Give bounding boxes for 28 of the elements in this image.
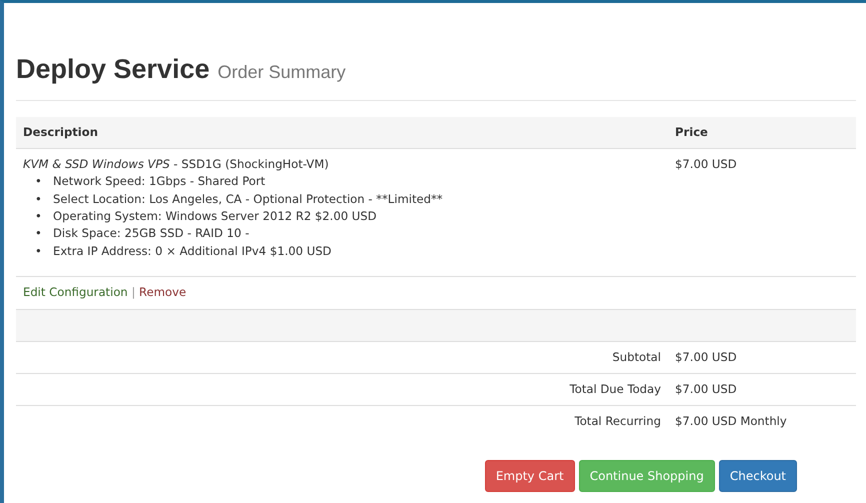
bullet: • bbox=[35, 225, 43, 242]
bullet: • bbox=[35, 208, 43, 226]
config-option: Network Speed: 1Gbps - Shared Port bbox=[53, 173, 266, 191]
item-price: $7.00 USD bbox=[675, 156, 737, 171]
bullet: • bbox=[35, 242, 43, 260]
total-label: Total Recurring bbox=[574, 414, 661, 428]
total-value: $7.00 USD Monthly bbox=[675, 414, 787, 428]
total-label: Total Due Today bbox=[570, 382, 661, 396]
total-value: $7.00 USD bbox=[675, 382, 737, 396]
column-header: Description bbox=[23, 124, 98, 138]
edit-configuration-link[interactable]: Edit Configuration bbox=[23, 285, 128, 300]
separator: | bbox=[131, 285, 136, 300]
config-option: Select Location: Los Angeles, CA - Optional Protection - **Limited** bbox=[53, 190, 443, 208]
remove-link[interactable]: Remove bbox=[139, 285, 186, 300]
page-title: Deploy Service bbox=[16, 53, 210, 86]
config-option: Disk Space: 25GB SSD - RAID 10 - bbox=[53, 225, 250, 243]
bullet: • bbox=[35, 190, 43, 208]
total-value: $7.00 USD bbox=[675, 350, 737, 364]
continue-shopping-button[interactable]: Continue Shopping bbox=[578, 460, 715, 492]
checkout-button[interactable]: Checkout bbox=[718, 460, 797, 492]
product-name: KVM & SSD Windows VPS - SSD1G (ShockingHot-VM) bbox=[23, 156, 329, 171]
empty-cart-button[interactable]: Empty Cart bbox=[484, 460, 575, 492]
config-option: Extra IP Address: 0 × Additional IPv4 $1.00 USD bbox=[53, 242, 332, 260]
column-header: Price bbox=[675, 124, 708, 138]
bullet: • bbox=[35, 173, 43, 190]
config-option: Operating System: Windows Server 2012 R2 $2.00 USD bbox=[53, 208, 377, 226]
total-label: Subtotal bbox=[612, 350, 661, 364]
page-subtitle: Order Summary bbox=[218, 61, 346, 84]
